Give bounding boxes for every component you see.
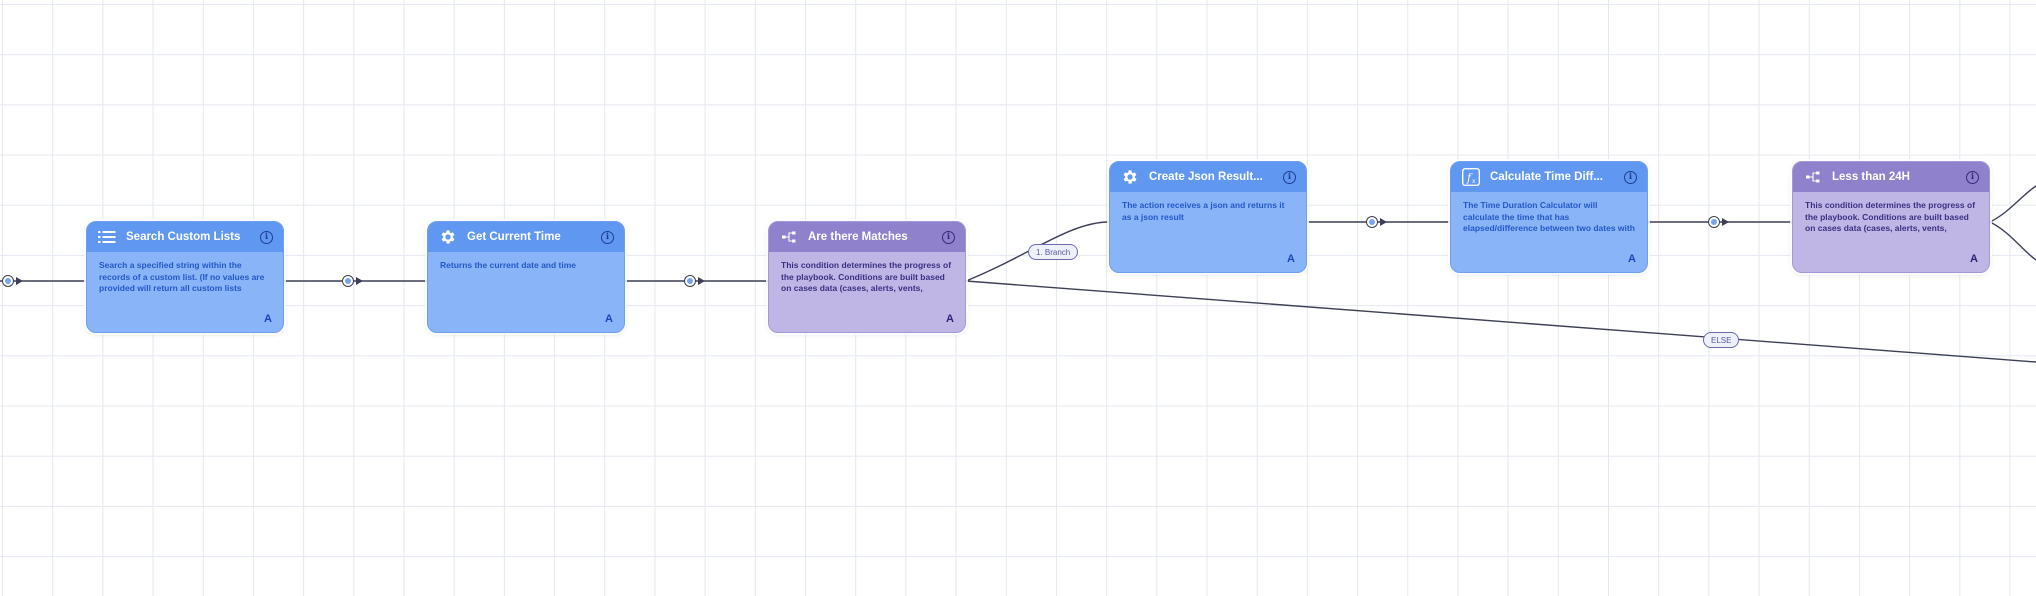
connector-arrowhead xyxy=(1722,218,1729,226)
connector-layer xyxy=(0,185,2036,363)
node-badge: A xyxy=(605,313,613,325)
info-icon[interactable]: i xyxy=(1966,170,1979,184)
node-title: Calculate Time Diff... xyxy=(1490,171,1603,183)
branch-icon xyxy=(779,227,799,247)
node-title: Search Custom Lists xyxy=(126,231,241,243)
connector-joint[interactable] xyxy=(1708,216,1720,228)
node-header: Are there Matches i xyxy=(769,222,965,252)
connector-less-out-lower xyxy=(1989,221,2036,261)
node-search-custom-lists[interactable]: Search Custom Lists i Search a specified… xyxy=(86,221,284,333)
node-description: The action receives a json and returns i… xyxy=(1122,200,1285,222)
node-description: This condition determines the progress o… xyxy=(781,260,952,295)
node-header: Create Json Result... i xyxy=(1110,162,1306,192)
branch-label-else[interactable]: ELSE xyxy=(1703,332,1740,348)
node-header: Get Current Time i xyxy=(428,222,624,252)
branch-label-1[interactable]: 1. Branch xyxy=(1028,244,1079,260)
node-description: Returns the current date and time xyxy=(440,260,577,270)
node-are-there-matches[interactable]: Are there Matches i This condition deter… xyxy=(768,221,966,333)
node-header: Less than 24H i xyxy=(1793,162,1989,192)
connector-arrowhead xyxy=(356,277,363,285)
node-header: Search Custom Lists i xyxy=(87,222,283,252)
connector-joint[interactable] xyxy=(684,275,696,287)
info-icon[interactable]: i xyxy=(601,230,614,244)
node-badge: A xyxy=(1628,253,1636,265)
connector-joint[interactable] xyxy=(342,275,354,287)
node-badge: A xyxy=(946,313,954,325)
node-create-json-result[interactable]: Create Json Result... i The action recei… xyxy=(1109,161,1307,273)
connector-arrowhead xyxy=(16,277,23,285)
node-title: Are there Matches xyxy=(808,231,908,243)
connector-joint[interactable] xyxy=(2,275,14,287)
node-description: This condition determines the progress o… xyxy=(1805,200,1976,235)
info-icon[interactable]: i xyxy=(260,230,273,244)
info-icon[interactable]: i xyxy=(1283,170,1296,184)
node-badge: A xyxy=(1287,253,1295,265)
playbook-canvas[interactable]: 1. Branch ELSE Search Custom Lists i Sea… xyxy=(0,0,2036,596)
node-title: Create Json Result... xyxy=(1149,171,1263,183)
gear-icon xyxy=(1120,167,1140,187)
svg-text:x: x xyxy=(1472,178,1476,185)
connector-less-out-upper xyxy=(1989,185,2036,223)
info-icon[interactable]: i xyxy=(942,230,955,244)
node-title: Less than 24H xyxy=(1832,171,1910,183)
connector-arrowhead xyxy=(698,277,705,285)
connector-arrowhead xyxy=(1380,218,1387,226)
branch-icon xyxy=(1803,167,1823,187)
node-less-than-24h[interactable]: Less than 24H i This condition determine… xyxy=(1792,161,1990,273)
info-icon[interactable]: i xyxy=(1624,170,1637,184)
node-badge: A xyxy=(1970,253,1978,265)
function-icon: f x xyxy=(1461,167,1481,187)
connector-else xyxy=(965,280,2036,363)
list-icon xyxy=(97,227,117,247)
node-title: Get Current Time xyxy=(467,231,561,243)
node-get-current-time[interactable]: Get Current Time i Returns the current d… xyxy=(427,221,625,333)
node-description: The Time Duration Calculator will calcul… xyxy=(1463,200,1635,235)
connector-joint[interactable] xyxy=(1366,216,1378,228)
node-description: Search a specified string within the rec… xyxy=(99,260,265,295)
node-header: f x Calculate Time Diff... i xyxy=(1451,162,1647,192)
node-badge: A xyxy=(264,313,272,325)
gear-icon xyxy=(438,227,458,247)
node-calculate-time-diff[interactable]: f x Calculate Time Diff... i The Time Du… xyxy=(1450,161,1648,273)
